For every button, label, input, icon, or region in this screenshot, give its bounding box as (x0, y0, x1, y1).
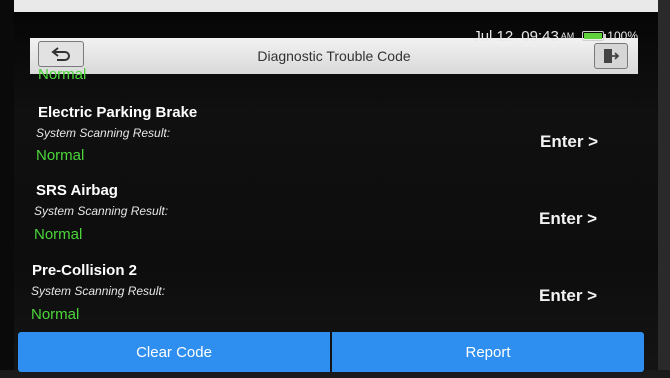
partial-result: Normal (38, 66, 87, 83)
scan-result: Normal (31, 306, 80, 323)
clear-code-button[interactable]: Clear Code (18, 332, 330, 372)
enter-button[interactable]: Enter > (539, 209, 597, 229)
list-item-pre-collision-2[interactable]: Pre-Collision 2 System Scanning Result: … (0, 258, 640, 328)
exit-button[interactable] (594, 43, 628, 69)
status-ampm: AM (560, 31, 575, 41)
battery-icon (582, 31, 607, 41)
report-button[interactable]: Report (332, 332, 644, 372)
list-item-srs-airbag[interactable]: SRS Airbag System Scanning Result: Norma… (0, 178, 640, 248)
scan-label: System Scanning Result: (34, 204, 169, 218)
bottom-action-bar: Clear Code Report (18, 332, 644, 372)
list-item-electric-parking-brake[interactable]: Electric Parking Brake System Scanning R… (0, 100, 640, 170)
system-name: Pre-Collision 2 (32, 262, 138, 279)
enter-button[interactable]: Enter > (539, 286, 597, 306)
system-name: Electric Parking Brake (38, 104, 198, 121)
bezel-top (0, 0, 670, 12)
exit-door-icon (604, 49, 620, 63)
bezel-right (658, 0, 670, 378)
status-date: Jul 12 (473, 27, 514, 45)
scan-result: Normal (34, 226, 83, 243)
scan-result: Normal (36, 147, 85, 164)
scan-label: System Scanning Result: (31, 284, 166, 298)
enter-button[interactable]: Enter > (540, 132, 598, 152)
device-screen: Diagnostic Trouble Code Jul 12 09:43 AM … (0, 0, 670, 378)
scan-label: System Scanning Result: (36, 126, 171, 140)
status-bar: Jul 12 09:43 AM 100% (473, 27, 638, 45)
page-title: Diagnostic Trouble Code (257, 48, 411, 64)
system-name: SRS Airbag (36, 182, 118, 199)
battery-fill (584, 33, 603, 39)
battery-indicator: 100% (582, 29, 638, 43)
battery-percent: 100% (607, 29, 638, 43)
status-time: 09:43 (521, 27, 559, 45)
